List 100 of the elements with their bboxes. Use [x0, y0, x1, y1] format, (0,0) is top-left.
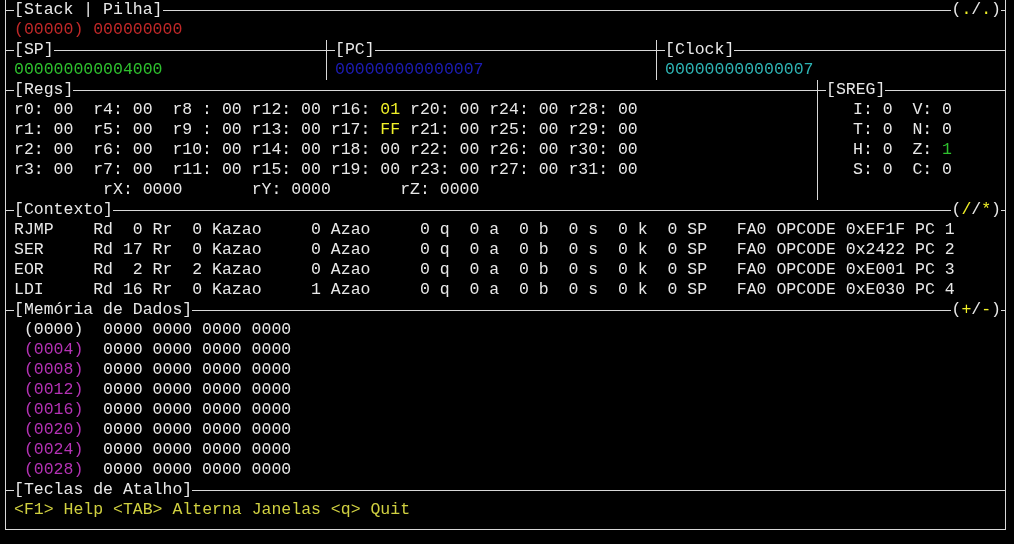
- panel-title: [PC]: [335, 40, 375, 60]
- memory-word: 0000: [103, 320, 143, 340]
- flag-label: N:: [912, 120, 933, 140]
- flag-value: 0: [882, 160, 893, 180]
- register-label: r19:: [330, 160, 371, 180]
- flag-label: S:: [853, 160, 873, 180]
- register-value: 00: [538, 140, 559, 160]
- flag-value: 0: [942, 160, 952, 180]
- panel-title: [Stack | Pilha]: [14, 0, 163, 20]
- memory-word: 0000: [202, 420, 242, 440]
- register-value: 00: [53, 140, 74, 160]
- flag-value: 0: [882, 120, 893, 140]
- pointer-register: rY: 0000: [251, 180, 332, 200]
- panel-title: [Clock]: [665, 40, 735, 60]
- register-label: r20:: [410, 100, 450, 120]
- memory-address: (0028): [23, 460, 84, 480]
- shortcut-hint: <q> Quit: [330, 500, 411, 520]
- memory-word: 0000: [202, 320, 242, 340]
- memory-word: 0000: [251, 420, 292, 440]
- context-row: RJMP Rd 0 Rr 0 Kazao 0 Azao 0 q 0 a 0 b 0 s 0 k 0 SP FA0 OPCODE 0xEF1F PC 1: [14, 220, 955, 240]
- register-value: 00: [221, 100, 242, 120]
- register-value: 00: [53, 100, 74, 120]
- register-value: 00: [538, 120, 559, 140]
- memory-word: 0000: [103, 440, 143, 460]
- pointer-register: rX: 0000: [103, 180, 184, 200]
- shortcut-hint: <F1> Help: [14, 500, 104, 520]
- flag-value: 0: [942, 120, 952, 140]
- register-label: r5:: [93, 120, 123, 140]
- register-value: 00: [301, 120, 321, 140]
- panel-title: [Regs]: [14, 80, 74, 100]
- memory-word: 0000: [103, 400, 143, 420]
- flag-label: T:: [853, 120, 873, 140]
- register-label: r28:: [568, 100, 609, 120]
- memory-word: 0000: [251, 400, 292, 420]
- register-value: 00: [132, 140, 153, 160]
- register-label: r21:: [410, 120, 450, 140]
- memory-word: 0000: [202, 380, 242, 400]
- register-label: r12:: [251, 100, 292, 120]
- memory-word: 0000: [152, 360, 193, 380]
- register-label: r15:: [251, 160, 292, 180]
- register-value: 00: [132, 100, 153, 120]
- register-value: 00: [221, 160, 242, 180]
- register-value: 00: [617, 140, 638, 160]
- register-value: 00: [132, 120, 153, 140]
- memory-address: (0008): [23, 360, 84, 380]
- memory-word: 0000: [152, 420, 193, 440]
- register-value: 00: [380, 160, 401, 180]
- register-label: r11:: [172, 160, 212, 180]
- memory-address: (0004): [23, 340, 84, 360]
- register-label: r18:: [330, 140, 371, 160]
- register-value: 00: [459, 100, 480, 120]
- register-value: 00: [53, 120, 74, 140]
- memory-word: 0000: [152, 380, 193, 400]
- register-label: r9 :: [172, 120, 212, 140]
- register-label: r10:: [172, 140, 212, 160]
- register-value: 00: [617, 120, 638, 140]
- register-label: r3:: [14, 160, 44, 180]
- memory-word: 0000: [152, 320, 193, 340]
- register-label: r24:: [489, 100, 529, 120]
- memory-address: (0012): [23, 380, 84, 400]
- flag-value: 1: [942, 140, 952, 160]
- panel-indicator: (./.): [951, 0, 1001, 20]
- memory-word: 0000: [202, 340, 242, 360]
- context-row: SER Rd 17 Rr 0 Kazao 0 Azao 0 q 0 a 0 b 0 s 0 k 0 SP FA0 OPCODE 0x2422 PC 2: [14, 240, 955, 260]
- stack-entry: (00000) 000000000: [14, 20, 183, 40]
- flag-value: 0: [882, 140, 893, 160]
- register-value: 00: [221, 140, 242, 160]
- memory-word: 0000: [202, 360, 242, 380]
- memory-word: 0000: [251, 360, 292, 380]
- register-value: 00: [53, 160, 74, 180]
- register-value: FF: [380, 120, 401, 140]
- memory-word: 0000: [103, 340, 143, 360]
- memory-word: 0000: [103, 460, 143, 480]
- panel-title: [SREG]: [826, 80, 886, 100]
- memory-address: (0024): [23, 440, 84, 460]
- register-value: 00: [301, 140, 321, 160]
- register-label: r31:: [568, 160, 609, 180]
- register-value: 01: [380, 100, 401, 120]
- memory-word: 0000: [251, 320, 292, 340]
- memory-word: 0000: [202, 400, 242, 420]
- counter-value: 000000000000007: [665, 60, 814, 80]
- register-label: r2:: [14, 140, 44, 160]
- register-label: r23:: [410, 160, 450, 180]
- register-label: r30:: [568, 140, 609, 160]
- register-label: r6:: [93, 140, 123, 160]
- flag-label: C:: [912, 160, 933, 180]
- memory-word: 0000: [251, 380, 292, 400]
- register-value: 00: [538, 160, 559, 180]
- pointer-register: rZ: 0000: [400, 180, 481, 200]
- memory-word: 0000: [152, 440, 193, 460]
- memory-word: 0000: [103, 380, 143, 400]
- flag-label: V:: [912, 100, 933, 120]
- register-value: 00: [301, 160, 321, 180]
- register-value: 00: [617, 100, 638, 120]
- register-label: r27:: [489, 160, 529, 180]
- register-label: r16:: [330, 100, 371, 120]
- panel-title: [Memória de Dados]: [14, 300, 193, 320]
- register-value: 00: [617, 160, 638, 180]
- context-row: EOR Rd 2 Rr 2 Kazao 0 Azao 0 q 0 a 0 b 0 s 0 k 0 SP FA0 OPCODE 0xE001 PC 3: [14, 260, 955, 280]
- memory-word: 0000: [152, 340, 193, 360]
